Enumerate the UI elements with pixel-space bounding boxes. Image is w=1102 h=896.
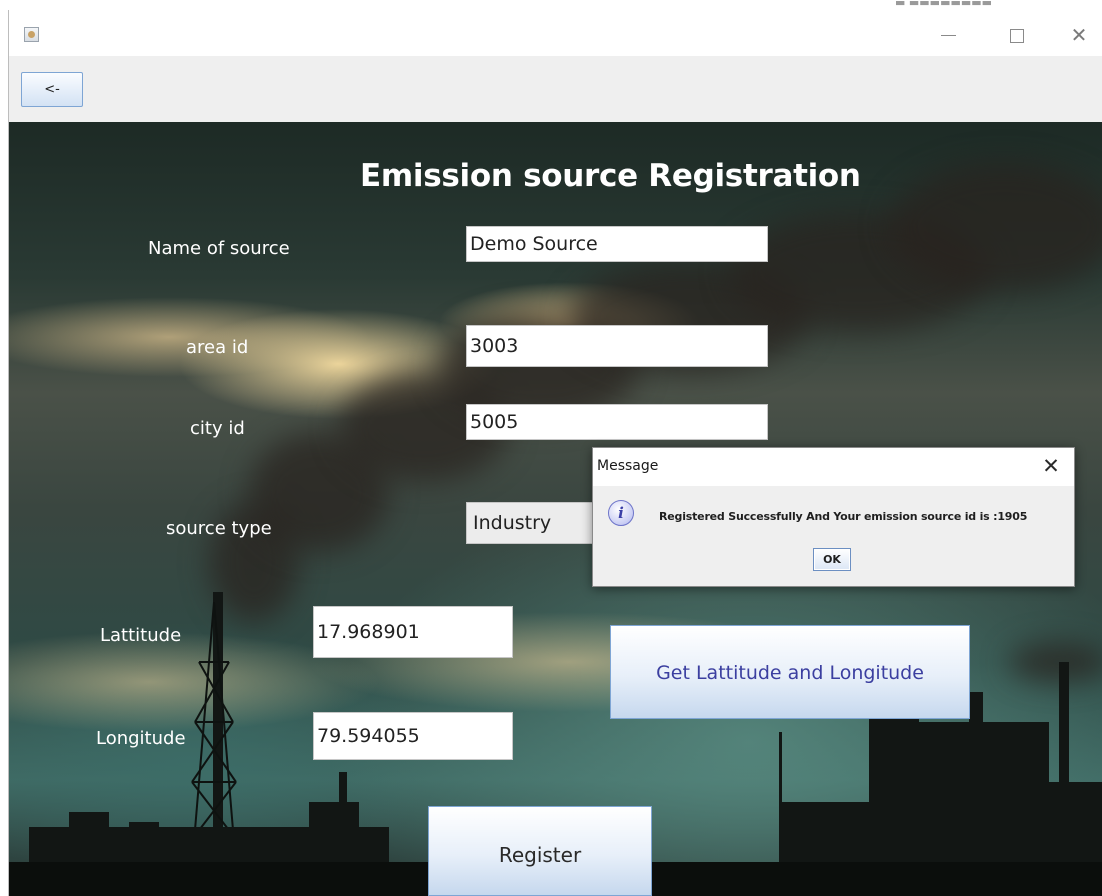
desktop-text: ▬ ▬▬▬▬▬▬▬▬ bbox=[895, 0, 993, 9]
page-title: Emission source Registration bbox=[360, 158, 861, 194]
back-button[interactable]: <- bbox=[21, 72, 83, 107]
toolbar: <- bbox=[9, 56, 1102, 122]
area-id-label: area id bbox=[186, 337, 249, 358]
longitude-field[interactable]: 79.594055 bbox=[313, 712, 513, 760]
dialog-title: Message bbox=[597, 458, 659, 474]
source-name-field[interactable]: Demo Source bbox=[466, 226, 768, 262]
source-type-value: Industry bbox=[473, 512, 552, 534]
get-lat-long-button[interactable]: Get Lattitude and Longitude bbox=[610, 625, 970, 719]
info-icon: i bbox=[608, 500, 634, 526]
title-bar: ✕ bbox=[9, 10, 1102, 56]
java-app-icon bbox=[24, 27, 39, 42]
dialog-close-icon[interactable]: ✕ bbox=[1039, 454, 1063, 478]
latitude-field[interactable]: 17.968901 bbox=[313, 606, 513, 658]
dialog-message: Registered Successfully And Your emissio… bbox=[659, 510, 1028, 523]
register-button[interactable]: Register bbox=[428, 806, 652, 896]
area-id-field[interactable]: 3003 bbox=[466, 325, 768, 367]
maximize-button[interactable] bbox=[997, 20, 1037, 50]
ok-button[interactable]: OK bbox=[813, 548, 851, 571]
dialog-title-bar: Message ✕ bbox=[593, 448, 1074, 486]
dialog-body: i Registered Successfully And Your emiss… bbox=[593, 486, 1074, 586]
source-type-label: source type bbox=[166, 518, 272, 539]
latitude-label: Lattitude bbox=[100, 625, 182, 646]
minimize-button[interactable] bbox=[929, 20, 969, 50]
message-dialog: Message ✕ i Registered Successfully And … bbox=[592, 447, 1075, 587]
city-id-label: city id bbox=[190, 418, 245, 439]
name-label: Name of source bbox=[148, 238, 290, 259]
city-id-field[interactable]: 5005 bbox=[466, 404, 768, 440]
desktop-strip: ▬ ▬▬▬▬▬▬▬▬ bbox=[0, 0, 1102, 10]
longitude-label: Longitude bbox=[96, 728, 186, 749]
window-close-button[interactable]: ✕ bbox=[1059, 20, 1099, 50]
